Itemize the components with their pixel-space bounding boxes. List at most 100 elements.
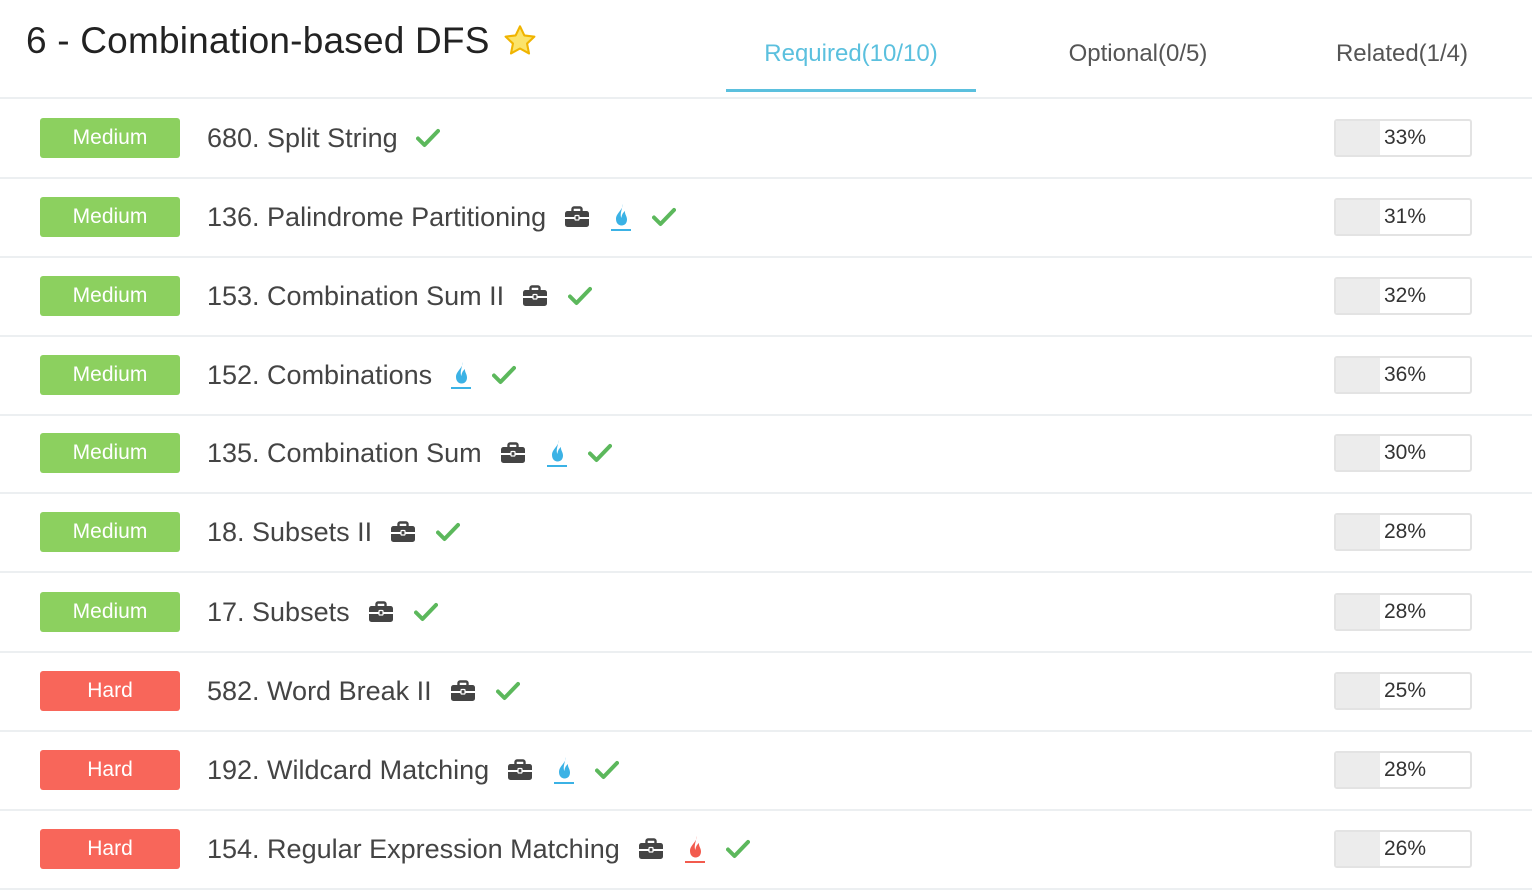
briefcase-icon [564, 206, 590, 228]
table-row[interactable]: Hard 154. Regular Expression Matching 26% [0, 810, 1532, 890]
progress-fill [1336, 674, 1380, 708]
table-row[interactable]: Medium 153. Combination Sum II 32% [0, 257, 1532, 337]
progress-fill [1336, 279, 1380, 313]
briefcase-icon [522, 285, 548, 307]
check-icon [568, 286, 593, 306]
problem-title-link[interactable]: 192. Wildcard Matching [207, 755, 489, 786]
acceptance-progress: 28% [1334, 513, 1472, 551]
problem-icons [507, 755, 639, 785]
difficulty-badge: Medium [40, 197, 180, 237]
problem-icons [522, 285, 612, 307]
problem-icons [450, 680, 540, 702]
progress-fill [1336, 200, 1380, 234]
table-row[interactable]: Medium 136. Palindrome Partitioning 31% [0, 178, 1532, 258]
check-icon [492, 365, 517, 385]
problem-cell: 135. Combination Sum [207, 438, 632, 469]
problem-title-link[interactable]: 17. Subsets [207, 597, 350, 628]
difficulty-badge: Medium [40, 433, 180, 473]
acceptance-progress: 30% [1334, 434, 1472, 472]
problem-icons [390, 521, 480, 543]
acceptance-progress: 36% [1334, 356, 1472, 394]
problem-cell: 17. Subsets [207, 597, 458, 628]
progress-fill [1336, 121, 1380, 155]
problem-cell: 582. Word Break II [207, 676, 540, 707]
check-icon [725, 839, 750, 859]
problem-icons [415, 128, 460, 148]
table-row[interactable]: Hard 192. Wildcard Matching 28% [0, 731, 1532, 811]
briefcase-icon [450, 680, 476, 702]
check-icon [587, 443, 612, 463]
table-row[interactable]: Medium 152. Combinations 36% [0, 336, 1532, 416]
active-tab-underline [726, 89, 976, 92]
difficulty-badge: Medium [40, 592, 180, 632]
acceptance-progress: 31% [1334, 198, 1472, 236]
star-icon[interactable] [502, 23, 538, 59]
acceptance-rate: 36% [1384, 363, 1427, 386]
table-row[interactable]: Medium 680. Split String 33% [0, 99, 1532, 179]
briefcase-icon [368, 601, 394, 623]
acceptance-progress: 28% [1334, 593, 1472, 631]
tab-optional[interactable]: Optional(0/5) [1013, 40, 1263, 90]
difficulty-badge: Hard [40, 829, 180, 869]
acceptance-progress: 33% [1334, 119, 1472, 157]
table-row[interactable]: Medium 17. Subsets 28% [0, 573, 1532, 653]
tab-related[interactable]: Related(1/4) [1290, 40, 1514, 90]
page-title: 6 - Combination-based DFS [26, 20, 490, 61]
title-wrap: 6 - Combination-based DFS [26, 20, 538, 62]
progress-fill [1336, 515, 1380, 549]
check-icon [495, 681, 520, 701]
problem-icons [450, 360, 536, 390]
difficulty-badge: Medium [40, 512, 180, 552]
table-row[interactable]: Medium 135. Combination Sum 30% [0, 414, 1532, 494]
acceptance-rate: 31% [1384, 205, 1427, 228]
difficulty-badge: Hard [40, 750, 180, 790]
problem-title-link[interactable]: 152. Combinations [207, 360, 432, 391]
acceptance-rate: 33% [1384, 126, 1427, 149]
progress-fill [1336, 358, 1380, 392]
briefcase-icon [507, 759, 533, 781]
problem-cell: 154. Regular Expression Matching [207, 834, 770, 865]
acceptance-rate: 25% [1384, 679, 1427, 702]
difficulty-badge: Medium [40, 276, 180, 316]
problem-icons [500, 438, 632, 468]
acceptance-rate: 28% [1384, 520, 1427, 543]
check-icon [413, 602, 438, 622]
briefcase-icon [638, 838, 664, 860]
problem-title-link[interactable]: 154. Regular Expression Matching [207, 834, 620, 865]
problem-icons [368, 601, 458, 623]
check-icon [595, 760, 620, 780]
tab-required[interactable]: Required(10/10) [726, 40, 976, 90]
briefcase-icon [390, 521, 416, 543]
table-row[interactable]: Hard 582. Word Break II 25% [0, 652, 1532, 732]
acceptance-rate: 28% [1384, 758, 1427, 781]
problem-title-link[interactable]: 135. Combination Sum [207, 438, 482, 469]
problem-cell: 136. Palindrome Partitioning [207, 202, 696, 233]
problem-title-link[interactable]: 582. Word Break II [207, 676, 432, 707]
check-icon [415, 128, 440, 148]
flame-red-icon [684, 834, 706, 864]
acceptance-rate: 32% [1384, 284, 1427, 307]
check-icon [436, 522, 461, 542]
problem-icons [564, 202, 696, 232]
problem-title-link[interactable]: 680. Split String [207, 123, 398, 154]
problem-title-link[interactable]: 18. Subsets II [207, 517, 372, 548]
flame-blue-icon [553, 755, 575, 785]
progress-fill [1336, 832, 1380, 866]
difficulty-badge: Medium [40, 118, 180, 158]
problem-title-link[interactable]: 153. Combination Sum II [207, 281, 504, 312]
flame-blue-icon [546, 438, 568, 468]
problem-title-link[interactable]: 136. Palindrome Partitioning [207, 202, 546, 233]
acceptance-rate: 30% [1384, 441, 1427, 464]
flame-blue-icon [610, 202, 632, 232]
difficulty-badge: Medium [40, 355, 180, 395]
table-row[interactable]: Medium 18. Subsets II 28% [0, 493, 1532, 573]
acceptance-progress: 25% [1334, 672, 1472, 710]
acceptance-progress: 28% [1334, 751, 1472, 789]
acceptance-progress: 26% [1334, 830, 1472, 868]
problem-cell: 18. Subsets II [207, 517, 480, 548]
difficulty-badge: Hard [40, 671, 180, 711]
problem-cell: 153. Combination Sum II [207, 281, 612, 312]
acceptance-rate: 26% [1384, 837, 1427, 860]
check-icon [652, 207, 677, 227]
header: 6 - Combination-based DFS Required(10/10… [0, 0, 1532, 99]
